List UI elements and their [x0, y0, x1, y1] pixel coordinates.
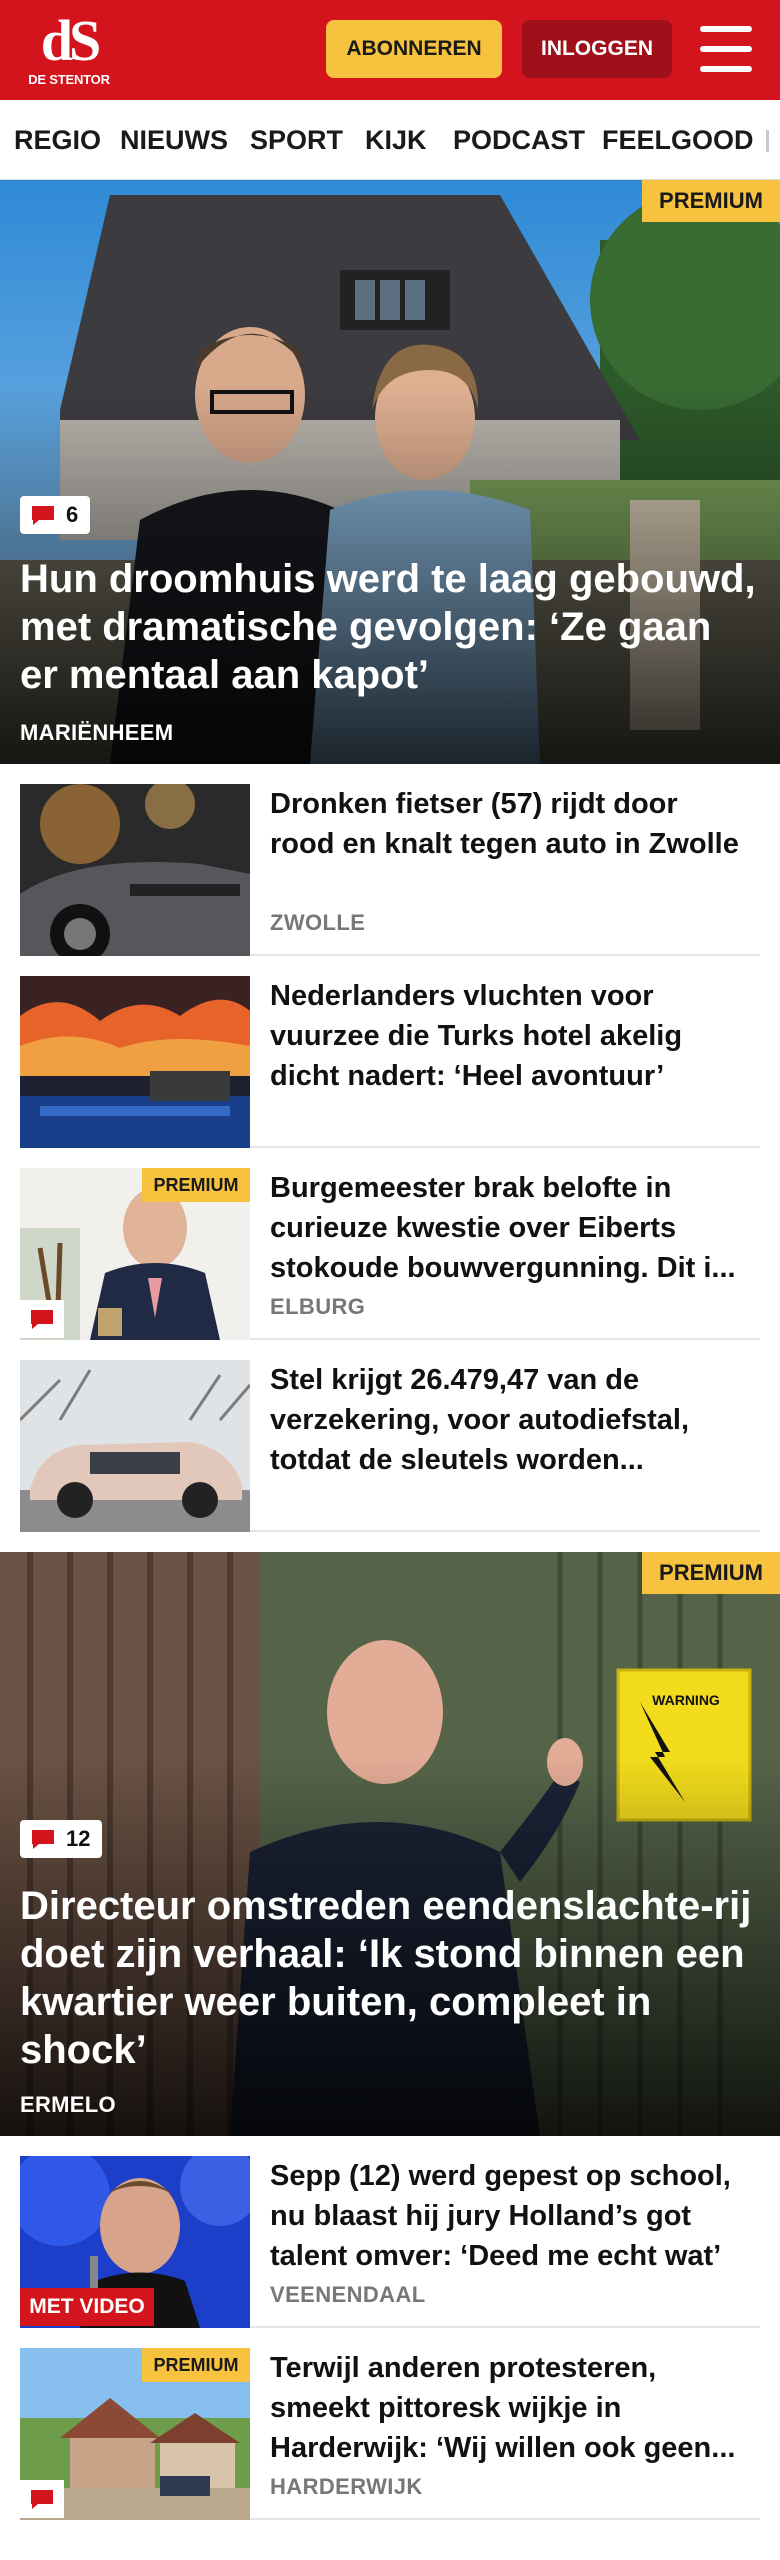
hero-headline[interactable]: Directeur omstreden eendenslachte-rij do…: [20, 1882, 760, 2074]
premium-badge: PREMIUM: [642, 180, 780, 222]
comment-icon[interactable]: [20, 2480, 64, 2518]
comment-count-badge[interactable]: 6: [20, 496, 91, 534]
hamburger-menu-icon[interactable]: [700, 26, 752, 72]
site-logo[interactable]: dS DE STENTOR: [28, 12, 110, 90]
comment-icon: [32, 506, 54, 525]
comment-count-badge[interactable]: 12: [20, 1820, 103, 1858]
article-title[interactable]: Stel krijgt 26.479,47 van de verzekering…: [270, 1360, 750, 1480]
video-badge: MET VIDEO: [20, 2288, 154, 2326]
list-item[interactable]: Stel krijgt 26.479,47 van de verzekering…: [20, 1360, 760, 1532]
nav-item-sport[interactable]: SPORT: [250, 100, 343, 179]
warning-sign-text: WARNING: [652, 1692, 720, 1708]
comment-icon[interactable]: [20, 1300, 64, 1338]
article-title[interactable]: Dronken fietser (57) rijdt door rood en …: [270, 784, 750, 864]
logo-mark: dS: [40, 8, 102, 73]
comment-count: 6: [66, 502, 79, 527]
hero-location: ERMELO: [20, 2092, 116, 2117]
article-thumbnail: [20, 784, 250, 956]
article-title[interactable]: Burgemeester brak belofte in curieuze kw…: [270, 1168, 750, 1288]
hero-article-1[interactable]: PREMIUM 6 Hun droomhuis werd te laag geb…: [0, 180, 780, 764]
hero-location: MARIËNHEEM: [20, 720, 174, 745]
nav-item-podcast[interactable]: PODCAST: [453, 100, 585, 179]
article-title[interactable]: Sepp (12) werd gepest op school, nu blaa…: [270, 2156, 750, 2276]
comment-count: 12: [66, 1826, 91, 1851]
premium-badge: PREMIUM: [142, 2348, 250, 2382]
nav-overflow-divider: [766, 130, 769, 152]
article-location: ELBURG: [270, 1294, 366, 1319]
article-thumbnail: [20, 976, 250, 1148]
article-title[interactable]: Terwijl anderen protesteren, smeekt pitt…: [270, 2348, 750, 2468]
article-title[interactable]: Nederlanders vluchten voor vuurzee die T…: [270, 976, 750, 1096]
nav-item-nieuws[interactable]: NIEUWS: [120, 100, 228, 179]
hero-headline[interactable]: Hun droomhuis werd te laag gebouwd, met …: [20, 555, 760, 699]
article-location: HARDERWIJK: [270, 2474, 423, 2499]
list-item[interactable]: MET VIDEO Sepp (12) werd gepest op schoo…: [20, 2156, 760, 2328]
nav-item-feelgood[interactable]: FEELGOOD: [602, 100, 754, 179]
hero-article-2[interactable]: WARNING PREMIUM 12 Directeur omstreden e…: [0, 1552, 780, 2136]
nav-item-kijk[interactable]: KIJK: [365, 100, 427, 179]
list-item[interactable]: Dronken fietser (57) rijdt door rood en …: [20, 784, 760, 956]
premium-badge: PREMIUM: [642, 1552, 780, 1594]
login-button[interactable]: INLOGGEN: [522, 20, 672, 78]
comment-icon: [32, 1830, 54, 1849]
list-item[interactable]: PREMIUM Terwijl anderen protesteren, sme…: [20, 2348, 760, 2520]
section-nav: REGIO NIEUWS SPORT KIJK PODCAST FEELGOOD: [0, 100, 780, 180]
premium-badge: PREMIUM: [142, 1168, 250, 1202]
logo-text: DE STENTOR: [28, 72, 110, 87]
article-thumbnail: [20, 1360, 250, 1532]
article-location: VEENENDAAL: [270, 2282, 426, 2307]
nav-item-regio[interactable]: REGIO: [14, 100, 101, 179]
list-item[interactable]: Nederlanders vluchten voor vuurzee die T…: [20, 976, 760, 1148]
list-item[interactable]: PREMIUM Burgemeester brak belofte in cur…: [20, 1168, 760, 1340]
article-location: ZWOLLE: [270, 910, 366, 935]
top-bar: dS DE STENTOR ABONNEREN INLOGGEN: [0, 0, 780, 100]
subscribe-button[interactable]: ABONNEREN: [326, 20, 502, 78]
